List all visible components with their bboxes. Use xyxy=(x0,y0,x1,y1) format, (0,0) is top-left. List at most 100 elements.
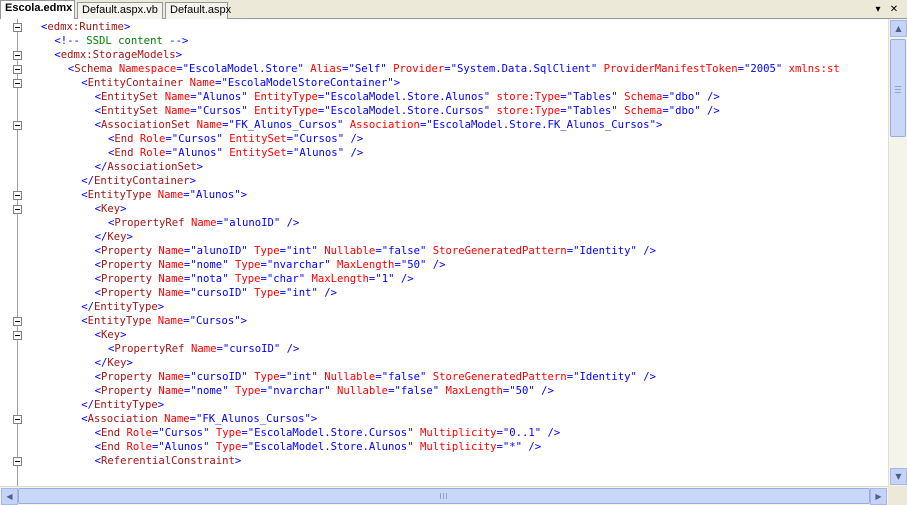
code-token: End xyxy=(100,441,121,453)
code-token: Cursos xyxy=(178,133,217,145)
scroll-down-button[interactable]: ▼ xyxy=(890,468,907,485)
code-token: false xyxy=(388,245,420,257)
code-text: <EntitySet Name="Cursos" EntityType="Esc… xyxy=(95,104,720,118)
scroll-right-button[interactable]: ▶ xyxy=(870,488,887,505)
collapse-icon[interactable] xyxy=(13,205,22,214)
code-line[interactable]: <AssociationSet Name="FK_Alunos_Cursos" … xyxy=(0,118,888,132)
code-line[interactable]: <Property Name="alunoID" Type="int" Null… xyxy=(0,244,888,258)
code-line[interactable]: <Property Name="cursoID" Type="int" Null… xyxy=(0,370,888,384)
code-token: " /> xyxy=(534,427,561,439)
code-line[interactable]: <PropertyRef Name="cursoID" /> xyxy=(0,342,888,356)
code-token: alunoID xyxy=(229,217,274,229)
vertical-scroll-thumb[interactable] xyxy=(890,39,906,137)
code-token: Namespace xyxy=(112,63,177,75)
code-line[interactable]: <Key> xyxy=(0,202,888,216)
code-token: Key xyxy=(100,203,121,215)
collapse-icon[interactable] xyxy=(13,331,22,340)
code-token: =" xyxy=(279,245,293,257)
code-line[interactable]: <edmx:StorageModels> xyxy=(0,48,888,62)
code-line[interactable]: <Property Name="nome" Type="nvarchar" Nu… xyxy=(0,384,888,398)
code-token: =" xyxy=(183,385,197,397)
code-line[interactable]: <Property Name="nome" Type="nvarchar" Ma… xyxy=(0,258,888,272)
code-line[interactable]: <EntitySet Name="Alunos" EntityType="Esc… xyxy=(0,90,888,104)
scroll-up-button[interactable]: ▲ xyxy=(890,20,907,37)
code-line[interactable]: <edmx:Runtime> xyxy=(0,20,888,34)
code-token: =" xyxy=(190,91,204,103)
code-line[interactable]: <End Role="Alunos" Type="EscolaModel.Sto… xyxy=(0,440,888,454)
code-token: cursoID xyxy=(229,343,274,355)
code-line[interactable]: <EntityContainer Name="EscolaModelStoreC… xyxy=(0,76,888,90)
collapse-icon[interactable] xyxy=(13,317,22,326)
code-line[interactable]: <EntityType Name="Cursos"> xyxy=(0,314,888,328)
code-token: End xyxy=(100,427,121,439)
tab-default-aspx[interactable]: Default.aspx xyxy=(165,2,231,19)
code-token: 0..1 xyxy=(509,427,535,439)
code-token: Alunos xyxy=(178,147,217,159)
code-line[interactable]: <End Role="Alunos" EntitySet="Alunos" /> xyxy=(0,146,888,160)
code-token: Multiplicity xyxy=(413,427,497,439)
code-token: =" xyxy=(502,385,516,397)
code-token: int xyxy=(292,287,312,299)
code-line[interactable]: </Key> xyxy=(0,356,888,370)
code-token: Name xyxy=(151,315,184,327)
code-token: int xyxy=(292,371,312,383)
code-line[interactable]: <Property Name="cursoID" Type="int" /> xyxy=(0,286,888,300)
code-token: =" xyxy=(176,63,190,75)
code-line[interactable]: <End Role="Cursos" EntitySet="Cursos" /> xyxy=(0,132,888,146)
code-line[interactable]: </EntityType> xyxy=(0,398,888,412)
code-editor[interactable]: <edmx:Runtime> <!-- SSDL content --> <edmx… xyxy=(0,19,888,486)
code-token: edmx:StorageModels xyxy=(60,49,176,61)
collapse-icon[interactable] xyxy=(13,121,22,130)
collapse-icon[interactable] xyxy=(13,65,22,74)
collapse-icon[interactable] xyxy=(13,23,22,32)
collapse-icon[interactable] xyxy=(13,191,22,200)
vertical-scrollbar[interactable]: ▲ ▼ xyxy=(888,19,907,486)
code-token: =" xyxy=(189,413,203,425)
code-line[interactable]: </EntityType> xyxy=(0,300,888,314)
collapse-icon[interactable] xyxy=(13,79,22,88)
horizontal-scrollbar[interactable]: ◀ ▶ xyxy=(0,486,888,505)
scroll-left-button[interactable]: ◀ xyxy=(1,488,18,505)
code-token: Identity xyxy=(579,245,631,257)
code-token: nome xyxy=(196,259,223,271)
collapse-icon[interactable] xyxy=(13,457,22,466)
code-token: Alunos xyxy=(203,91,242,103)
code-token: Role xyxy=(133,147,166,159)
code-token: Type xyxy=(228,259,261,271)
code-token: " /> xyxy=(337,133,364,145)
code-token: Name xyxy=(158,91,191,103)
code-line[interactable]: <Key> xyxy=(0,328,888,342)
code-token: Tables xyxy=(573,105,612,117)
tab-default-aspx-vb[interactable]: Default.aspx.vb xyxy=(77,2,163,19)
collapse-icon[interactable] xyxy=(13,415,22,424)
horizontal-scroll-thumb[interactable] xyxy=(18,488,870,504)
code-token: Property xyxy=(100,273,153,285)
code-token: " /> xyxy=(388,273,414,285)
collapse-icon[interactable] xyxy=(13,51,22,60)
code-line[interactable]: <ReferentialConstraint> xyxy=(0,454,888,468)
code-line[interactable]: <End Role="Cursos" Type="EscolaModel.Sto… xyxy=(0,426,888,440)
code-line[interactable]: </AssociationSet> xyxy=(0,160,888,174)
code-token: > xyxy=(123,21,131,33)
code-text: <Property Name="cursoID" Type="int" Null… xyxy=(95,370,656,384)
code-token: Type xyxy=(209,441,242,453)
tab-escola-edmx[interactable]: Escola.edmx xyxy=(0,0,75,19)
code-line[interactable]: <EntitySet Name="Cursos" EntityType="Esc… xyxy=(0,104,888,118)
code-token: =" xyxy=(183,273,197,285)
code-text: <Association Name="FK_Alunos_Cursos"> xyxy=(81,412,317,426)
code-line[interactable]: </EntityContainer> xyxy=(0,174,888,188)
code-line[interactable]: <EntityType Name="Alunos"> xyxy=(0,188,888,202)
code-token: Cursos xyxy=(203,105,242,117)
code-token: nota xyxy=(196,273,223,285)
code-line[interactable]: <Schema Namespace="EscolaModel.Store" Al… xyxy=(0,62,888,76)
code-token: =" xyxy=(183,259,197,271)
code-line[interactable]: <Property Name="nota" Type="char" MaxLen… xyxy=(0,272,888,286)
close-icon[interactable]: ✕ xyxy=(888,3,900,16)
code-line[interactable]: <Association Name="FK_Alunos_Cursos"> xyxy=(0,412,888,426)
code-line[interactable]: <PropertyRef Name="alunoID" /> xyxy=(0,216,888,230)
code-line[interactable]: </Key> xyxy=(0,230,888,244)
code-line[interactable]: <!-- SSDL content --> xyxy=(0,34,888,48)
code-token: > xyxy=(126,231,133,243)
tab-dropdown-icon[interactable]: ▾ xyxy=(872,3,884,16)
code-token: "> xyxy=(234,315,248,327)
